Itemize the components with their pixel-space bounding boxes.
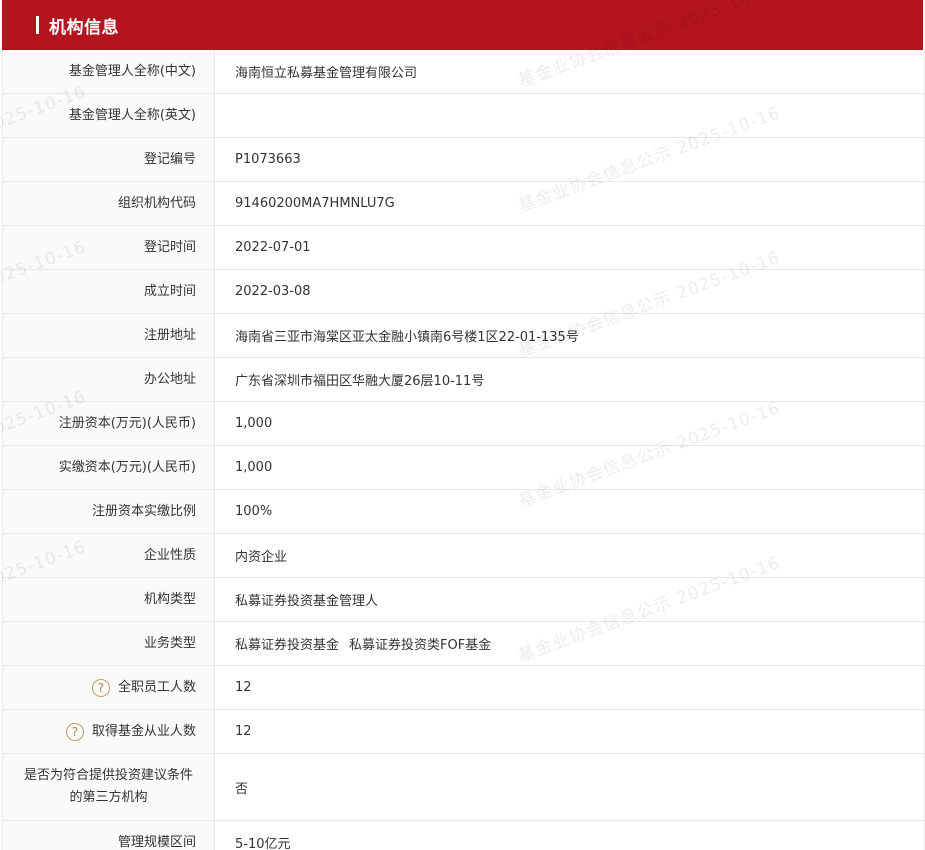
row-enterprise-nature: 企业性质 内资企业 (3, 534, 924, 578)
organization-code: 91460200MA7HMNLU7G (235, 196, 395, 211)
field-label: 实缴资本(万元)(人民币) (3, 446, 215, 489)
registered-address: 海南省三亚市海棠区亚太金融小镇南6号楼1区22-01-135号 (235, 330, 579, 345)
establishment-date: 2022-03-08 (235, 284, 311, 299)
office-address: 广东省深圳市福田区华融大厦26层10-11号 (235, 374, 485, 389)
institution-type: 私募证券投资基金管理人 (235, 594, 379, 609)
row-qualified-staff: ? 取得基金从业人数 12 (3, 710, 924, 754)
paid-in-capital: 1,000 (235, 460, 273, 475)
field-label: 是否为符合提供投资建议条件 的第三方机构 (3, 754, 215, 820)
field-label: 基金管理人全称(中文) (3, 50, 215, 93)
business-type-item: 私募证券投资类FOF基金 (349, 638, 492, 653)
row-org-code: 组织机构代码 91460200MA7HMNLU7G (3, 182, 924, 226)
row-office-address: 办公地址 广东省深圳市福田区华融大厦26层10-11号 (3, 358, 924, 402)
row-paid-capital: 实缴资本(万元)(人民币) 1,000 (3, 446, 924, 490)
field-label: 业务类型 (3, 622, 215, 665)
field-label-text: 全职员工人数 (117, 679, 196, 695)
field-label: ? 全职员工人数 (3, 666, 215, 709)
row-registration-date: 登记时间 2022-07-01 (3, 226, 924, 270)
field-label-text: 取得基金从业人数 (91, 723, 196, 739)
field-label: ? 取得基金从业人数 (3, 710, 215, 753)
field-label: 注册地址 (3, 314, 215, 357)
registration-number: P1073663 (235, 152, 301, 167)
question-icon[interactable]: ? (91, 678, 110, 697)
section-title: 机构信息 (49, 17, 119, 38)
row-cn-name: 基金管理人全称(中文) 海南恒立私募基金管理有限公司 (3, 50, 924, 94)
row-en-name: 基金管理人全称(英文) (3, 94, 924, 138)
field-label: 成立时间 (3, 270, 215, 313)
row-registered-address: 注册地址 海南省三亚市海棠区亚太金融小镇南6号楼1区22-01-135号 (3, 314, 924, 358)
field-label: 管理规模区间 (3, 821, 215, 850)
institution-info-panel: 机构信息 基金管理人全称(中文) 海南恒立私募基金管理有限公司 基金管理人全称(… (0, 0, 925, 850)
third-party-advisor: 否 (235, 781, 249, 797)
row-full-time-staff: ? 全职员工人数 12 (3, 666, 924, 710)
registered-capital: 1,000 (235, 416, 273, 431)
field-label: 登记时间 (3, 226, 215, 269)
business-type: 私募证券投资基金 私募证券投资类FOF基金 (215, 622, 924, 665)
field-label-line: 的第三方机构 (69, 790, 148, 805)
header-accent-bar (36, 16, 39, 34)
info-table: 基金管理人全称(中文) 海南恒立私募基金管理有限公司 基金管理人全称(英文) 登… (2, 50, 925, 850)
field-label: 注册资本实缴比例 (3, 490, 215, 533)
field-label: 机构类型 (3, 578, 215, 621)
enterprise-nature: 内资企业 (235, 550, 288, 565)
row-third-party-advisor: 是否为符合提供投资建议条件 的第三方机构 否 (3, 754, 924, 821)
section-header: 机构信息 (2, 0, 923, 50)
row-paid-ratio: 注册资本实缴比例 100% (3, 490, 924, 534)
field-label: 登记编号 (3, 138, 215, 181)
qualified-staff-count: 12 (235, 724, 252, 739)
field-label: 办公地址 (3, 358, 215, 401)
manager-name-en (215, 94, 924, 137)
field-label: 企业性质 (3, 534, 215, 577)
row-establishment-date: 成立时间 2022-03-08 (3, 270, 924, 314)
field-label: 基金管理人全称(英文) (3, 94, 215, 137)
manager-name-cn: 海南恒立私募基金管理有限公司 (235, 66, 418, 81)
registration-date: 2022-07-01 (235, 240, 311, 255)
field-label: 组织机构代码 (3, 182, 215, 225)
paid-in-ratio: 100% (235, 504, 273, 519)
row-registration-number: 登记编号 P1073663 (3, 138, 924, 182)
row-institution-type: 机构类型 私募证券投资基金管理人 (3, 578, 924, 622)
management-scale: 5-10亿元 (235, 837, 291, 850)
full-time-staff-count: 12 (235, 680, 252, 695)
field-label: 注册资本(万元)(人民币) (3, 402, 215, 445)
field-label-line: 是否为符合提供投资建议条件 (23, 768, 193, 783)
row-business-type: 业务类型 私募证券投资基金 私募证券投资类FOF基金 (3, 622, 924, 666)
question-icon[interactable]: ? (65, 722, 84, 741)
row-registered-capital: 注册资本(万元)(人民币) 1,000 (3, 402, 924, 446)
business-type-item: 私募证券投资基金 (235, 638, 340, 653)
row-management-scale: 管理规模区间 5-10亿元 (3, 821, 924, 850)
